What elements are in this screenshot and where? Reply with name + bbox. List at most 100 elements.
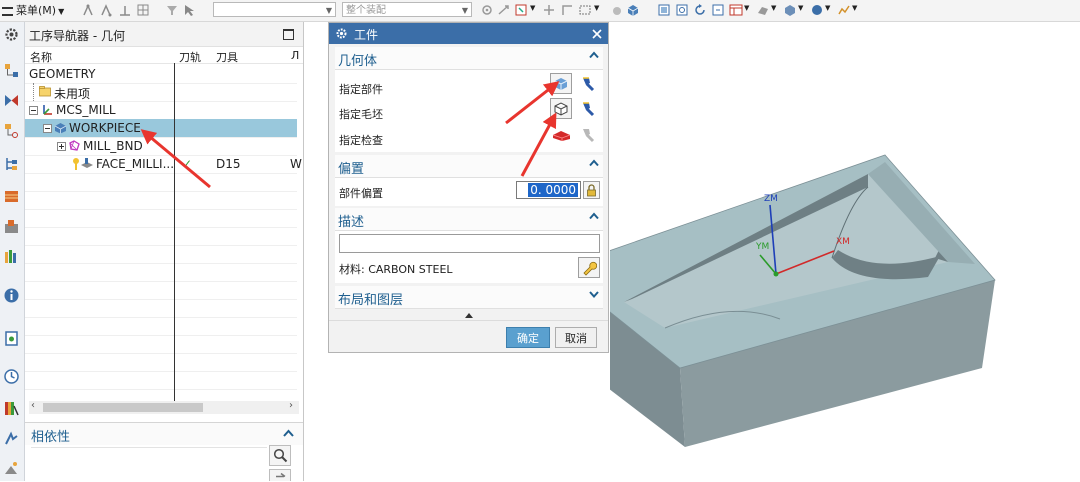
select-filter-icon[interactable]	[165, 3, 179, 17]
render-style-icon[interactable]	[756, 3, 770, 17]
geometry-section-header[interactable]: 几何体	[335, 47, 603, 70]
selection-filter-combo[interactable]: ▼	[213, 2, 336, 17]
dependency-panel-header[interactable]: 相依性	[25, 422, 303, 445]
render-style-dropdown-icon[interactable]: ▼	[771, 4, 776, 12]
machining-feature-icon[interactable]	[3, 218, 20, 235]
horizontal-scrollbar[interactable]: ‹ ›	[29, 400, 299, 414]
snap-grid-icon[interactable]	[136, 3, 150, 17]
settings-gear-icon[interactable]	[3, 26, 20, 43]
rotate-icon[interactable]	[693, 3, 707, 17]
analysis-dropdown-icon[interactable]: ▼	[852, 4, 857, 12]
scroll-thumb[interactable]	[43, 403, 203, 412]
chevron-up-icon[interactable]	[589, 158, 599, 168]
snap-end-icon[interactable]	[100, 3, 114, 17]
zoom-icon[interactable]	[675, 3, 689, 17]
specify-blank-button[interactable]	[550, 98, 572, 119]
color-icon[interactable]	[810, 3, 824, 17]
part-display-button[interactable]	[576, 73, 598, 94]
snap-cross-icon[interactable]	[542, 3, 556, 17]
tree-row-mill-bnd[interactable]: MILL_BND	[25, 137, 297, 156]
tree-row-geometry[interactable]: GEOMETRY	[25, 65, 297, 84]
layout-section-title: 布局和图层	[338, 293, 404, 308]
snap-box-dropdown-icon[interactable]: ▼	[530, 4, 535, 12]
cancel-button[interactable]: 取消	[555, 327, 597, 348]
tree-row-workpiece[interactable]: WORKPIECE	[25, 119, 297, 138]
operation-navigator-icon[interactable]	[3, 156, 20, 173]
snap-box-icon[interactable]	[514, 3, 528, 17]
role-icon[interactable]	[3, 430, 20, 447]
tree-connector	[33, 83, 35, 101]
resource-bar	[0, 22, 25, 481]
snap-settings-icon[interactable]	[480, 3, 494, 17]
assembly-navigator-icon[interactable]	[3, 62, 20, 79]
chevron-up-icon[interactable]	[589, 50, 599, 60]
history-clock-icon[interactable]	[3, 368, 20, 385]
color-dropdown-icon[interactable]: ▼	[825, 4, 830, 12]
document-icon[interactable]	[3, 330, 20, 347]
scroll-left-icon[interactable]: ‹	[31, 400, 35, 411]
rect-select-dropdown-icon[interactable]: ▼	[594, 4, 599, 12]
layout-section-header[interactable]: 布局和图层	[335, 286, 603, 309]
snap-point-icon[interactable]	[82, 3, 96, 17]
combo-arrow-icon: ▼	[325, 6, 332, 15]
ok-button[interactable]: 确定	[506, 327, 550, 348]
workpiece-model[interactable]	[610, 22, 1080, 481]
tree-row-mcs-mill[interactable]: MCS_MILL	[25, 101, 297, 120]
scroll-right-icon[interactable]: ›	[289, 400, 293, 411]
system-scene-icon[interactable]	[3, 460, 20, 477]
offset-lock-button[interactable]	[583, 181, 600, 199]
column-tool[interactable]: 刀具	[216, 49, 238, 65]
chevron-up-icon[interactable]	[589, 211, 599, 221]
dependency-search-button[interactable]	[269, 445, 291, 466]
snap-vector-icon[interactable]	[497, 3, 511, 17]
part-navigator-icon[interactable]	[3, 122, 20, 139]
rect-select-icon[interactable]	[578, 3, 592, 17]
analysis-icon[interactable]	[837, 3, 851, 17]
refresh-view-icon[interactable]	[711, 3, 725, 17]
description-section-header[interactable]: 描述	[335, 208, 603, 231]
expand-toggle-icon[interactable]	[57, 142, 66, 151]
snap-mid-icon[interactable]	[118, 3, 132, 17]
material-edit-button[interactable]	[578, 257, 600, 278]
machine-tool-navigator-icon[interactable]	[3, 188, 20, 205]
graphics-viewport[interactable]: ZM XM YM	[610, 22, 1080, 481]
column-name[interactable]: 名称	[30, 49, 52, 65]
empty-row	[25, 227, 297, 246]
view-fit-icon[interactable]	[657, 3, 671, 17]
reuse-library-icon[interactable]	[3, 248, 20, 265]
layout-dropdown-icon[interactable]: ▼	[744, 4, 749, 12]
description-input[interactable]	[339, 234, 600, 253]
tree-row-unused[interactable]: 未用项	[25, 83, 297, 102]
chevron-down-icon[interactable]	[589, 289, 599, 299]
collapse-toggle-icon[interactable]	[43, 124, 52, 133]
collapse-toggle-icon[interactable]	[29, 106, 38, 115]
blank-display-button[interactable]	[576, 98, 598, 119]
orient-view-dropdown-icon[interactable]: ▼	[798, 4, 803, 12]
select-cursor-icon[interactable]	[182, 3, 196, 17]
more-options-icon[interactable]	[465, 313, 473, 318]
constraint-navigator-icon[interactable]	[3, 92, 20, 109]
chevron-up-icon[interactable]	[283, 429, 294, 438]
specify-check-button[interactable]	[550, 124, 572, 145]
orient-view-icon[interactable]	[783, 3, 797, 17]
snap-angle-icon[interactable]	[560, 3, 574, 17]
show-hide-icon[interactable]	[610, 3, 624, 17]
offset-section-header[interactable]: 偏置	[335, 155, 603, 178]
assembly-scope-combo[interactable]: 整个装配 ▼	[342, 2, 472, 17]
tree-row-face-milling[interactable]: FACE_MILLI... ✓ D15 W	[25, 155, 302, 174]
close-icon[interactable]	[592, 29, 602, 39]
column-toolpath[interactable]: 刀轨	[179, 49, 201, 65]
column-extra[interactable]: Л	[291, 49, 299, 62]
dialog-titlebar[interactable]: 工件	[329, 23, 608, 44]
maximize-icon[interactable]	[283, 29, 294, 40]
dialog-title: 工件	[354, 28, 379, 42]
menu-button[interactable]: 菜单(M) ▼	[2, 2, 64, 18]
dependency-next-button[interactable]	[269, 469, 291, 481]
layout-icon[interactable]	[729, 3, 743, 17]
specify-part-button[interactable]	[550, 73, 572, 94]
face-milling-icon	[81, 158, 93, 168]
palette-icon[interactable]	[3, 400, 20, 417]
info-window-icon[interactable]	[3, 287, 20, 304]
part-offset-input[interactable]: 0. 0000	[516, 181, 581, 199]
solid-body-icon[interactable]	[626, 3, 640, 17]
